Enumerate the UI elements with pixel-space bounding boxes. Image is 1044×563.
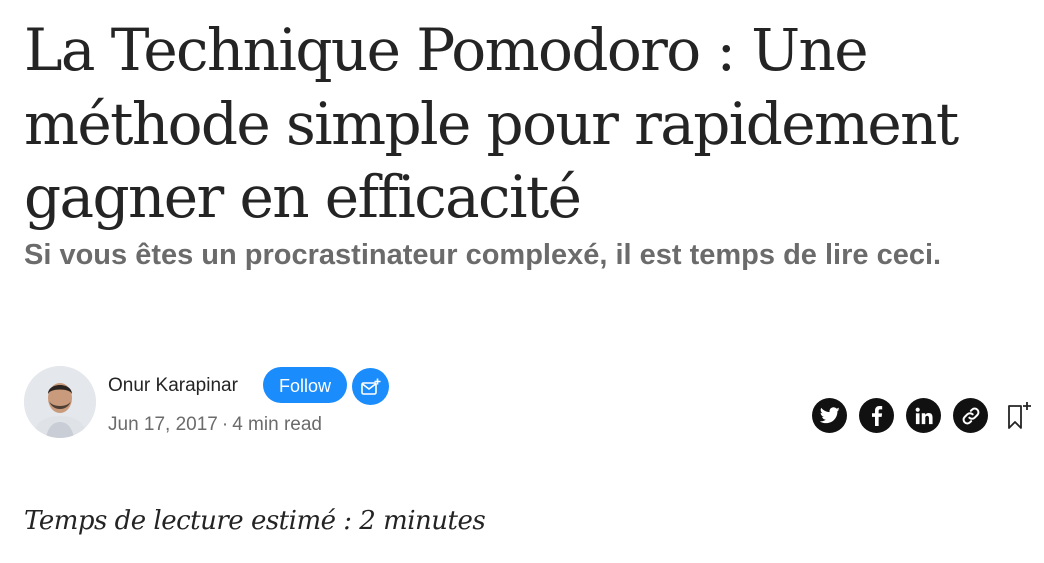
author-byline: Onur Karapinar Follow Jun 17, 2017 · 4 min… (24, 366, 1034, 440)
meta-separator: · (221, 414, 229, 435)
share-facebook-button[interactable] (859, 398, 894, 433)
link-icon (962, 407, 979, 424)
mail-plus-icon (360, 378, 380, 395)
share-twitter-button[interactable] (812, 398, 847, 433)
author-name[interactable]: Onur Karapinar (108, 375, 238, 397)
follow-button[interactable]: Follow (263, 367, 347, 403)
article-meta: Jun 17, 2017 · 4 min read (108, 414, 322, 436)
subscribe-button[interactable] (352, 368, 389, 405)
copy-link-button[interactable] (953, 398, 988, 433)
read-time: 4 min read (232, 414, 322, 435)
reading-time-note: Temps de lecture estimé : 2 minutes (24, 506, 486, 536)
avatar[interactable] (24, 366, 96, 438)
article-subtitle: Si vous êtes un procrastinateur complexé… (24, 238, 942, 271)
bookmark-button[interactable] (1004, 398, 1034, 433)
article-header: La Technique Pomodoro : Une méthode simp… (24, 0, 1034, 275)
avatar-image (24, 366, 96, 438)
share-toolbar (812, 398, 1034, 433)
share-linkedin-button[interactable] (906, 398, 941, 433)
twitter-icon (819, 407, 840, 424)
linkedin-icon (915, 407, 933, 424)
publish-date: Jun 17, 2017 (108, 414, 218, 435)
facebook-icon (871, 405, 882, 426)
article-title: La Technique Pomodoro : Une méthode simp… (24, 16, 959, 232)
bookmark-icon (1008, 401, 1031, 429)
